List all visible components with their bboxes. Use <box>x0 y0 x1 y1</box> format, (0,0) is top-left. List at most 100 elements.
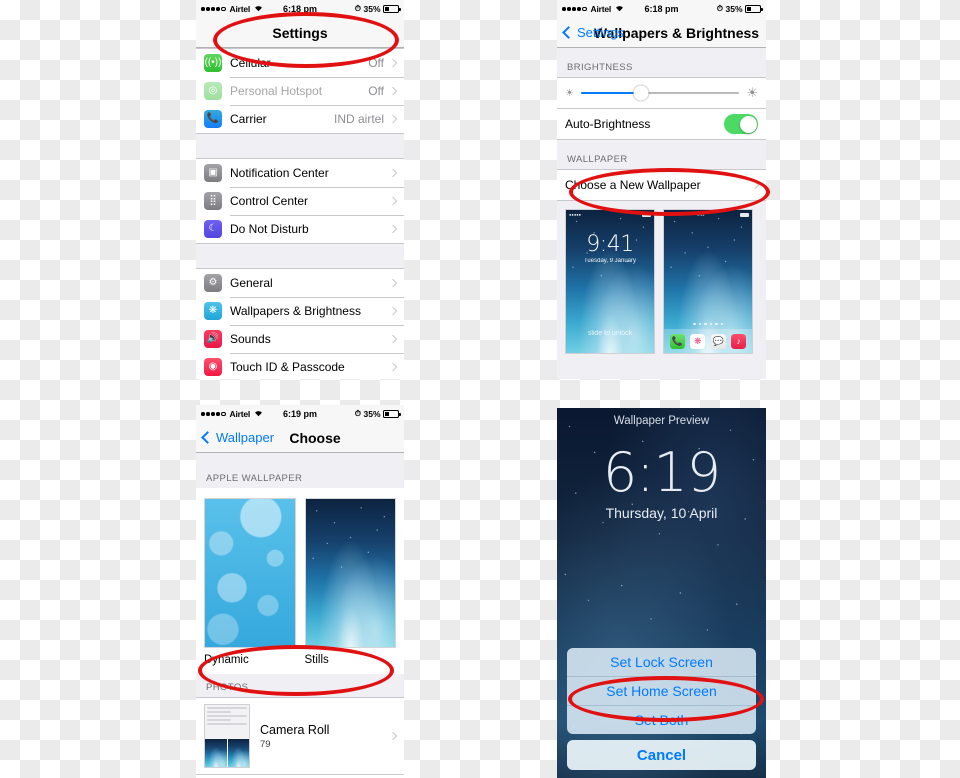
lock-screen-thumb[interactable]: ●●●●● 9:41 Tuesday, 9 January slide to u… <box>565 209 655 354</box>
choose-wallpaper-label: Choose a New Wallpaper <box>565 178 701 192</box>
album-count: 79 <box>260 738 271 750</box>
settings-row-carrier[interactable]: 📞 Carrier IND airtel <box>196 105 404 133</box>
settings-panel: Airtel 6:18 pm ⏱ 35% Settings ((•)) Cell… <box>196 0 404 379</box>
row-label: Touch ID & Passcode <box>230 360 345 374</box>
carrier-icon: 📞 <box>204 110 222 128</box>
stars-decoration <box>305 499 395 647</box>
settings-row-cellular[interactable]: ((•)) Cellular Off <box>196 49 404 77</box>
brightness-group: ☀ ☀ Auto-Brightness <box>557 77 766 140</box>
group-spacer <box>196 134 404 158</box>
apple-wallpaper-header: APPLE WALLPAPER <box>196 453 404 488</box>
back-label: Settings <box>577 25 624 40</box>
status-bar: Airtel 6:19 pm ⏱ 35% <box>196 405 404 423</box>
row-label: Wallpapers & Brightness <box>230 304 361 318</box>
phone-app-icon: 📞 <box>669 333 685 349</box>
preview-label: Wallpaper Preview <box>613 415 710 427</box>
page-dots-icon <box>664 322 752 325</box>
stills-caption[interactable]: Stills <box>305 654 397 666</box>
chevron-right-icon <box>388 168 398 178</box>
choose-new-wallpaper-row[interactable]: Choose a New Wallpaper <box>557 170 766 200</box>
touch-id-icon: ◉ <box>204 358 222 376</box>
alarm-icon: ⏱ <box>354 4 361 13</box>
battery-icon <box>745 5 763 13</box>
auto-brightness-row[interactable]: Auto-Brightness <box>557 108 766 139</box>
status-bar: Airtel 6:18 pm ⏱ 35% <box>557 0 766 18</box>
action-sheet: Set Lock Screen Set Home Screen Set Both <box>567 648 756 734</box>
wallpaper-tiles <box>196 488 404 648</box>
preview-time: 6:19 <box>602 441 721 504</box>
stills-wallpaper-tile[interactable] <box>304 498 396 648</box>
cancel-button[interactable]: Cancel <box>567 740 756 770</box>
preview-date: Thursday, 10 April <box>605 505 718 521</box>
auto-brightness-toggle[interactable] <box>724 114 758 134</box>
settings-row-wallpapers-brightness[interactable]: ❋ Wallpapers & Brightness <box>196 297 404 325</box>
settings-group-2: ▣ Notification Center ⣿ Control Center ☾… <box>196 158 404 244</box>
wallpapers-brightness-panel: Airtel 6:18 pm ⏱ 35% Settings Wallpapers… <box>557 0 766 379</box>
settings-row-notification-center[interactable]: ▣ Notification Center <box>196 159 404 187</box>
row-label: Notification Center <box>230 166 329 180</box>
group-spacer <box>196 244 404 268</box>
chevron-right-icon <box>388 114 398 124</box>
photos-section-header: PHOTOS <box>196 674 404 697</box>
photos-app-icon: ❋ <box>690 333 706 349</box>
set-home-screen-button[interactable]: Set Home Screen <box>567 676 756 705</box>
do-not-disturb-icon: ☾ <box>204 220 222 238</box>
chevron-right-icon <box>388 731 398 741</box>
set-both-button[interactable]: Set Both <box>567 705 756 734</box>
nav-bar: Settings Wallpapers & Brightness <box>557 18 766 48</box>
wallpaper-section-header: WALLPAPER <box>557 140 766 169</box>
thumb-status-bar: ●●●●● <box>569 212 651 217</box>
slide-to-unlock-text: slide to unlock <box>587 330 633 337</box>
settings-row-sounds[interactable]: 🔊 Sounds <box>196 325 404 353</box>
dynamic-caption[interactable]: Dynamic <box>204 654 296 666</box>
alarm-icon: ⏱ <box>354 409 361 418</box>
chevron-right-icon <box>388 196 398 206</box>
chevron-right-icon <box>750 180 760 190</box>
set-lock-screen-button[interactable]: Set Lock Screen <box>567 648 756 676</box>
music-app-icon: ♪ <box>731 333 747 349</box>
album-text: Camera Roll 79 <box>260 723 329 750</box>
chevron-right-icon <box>388 306 398 316</box>
row-value: IND airtel <box>333 112 384 126</box>
battery-percent: 35% <box>363 409 381 419</box>
chevron-left-icon <box>562 26 575 39</box>
row-value: Off <box>368 56 384 70</box>
messages-app-icon: 💬 <box>710 333 726 349</box>
row-label: Personal Hotspot <box>230 84 323 98</box>
back-button[interactable]: Settings <box>562 25 624 40</box>
sun-large-icon: ☀ <box>746 85 758 100</box>
settings-group-3: ⚙ General ❋ Wallpapers & Brightness 🔊 So… <box>196 268 404 379</box>
settings-group-1: ((•)) Cellular Off ◎ Personal Hotspot Of… <box>196 48 404 134</box>
battery-percent: 35% <box>363 4 381 14</box>
settings-row-personal-hotspot[interactable]: ◎ Personal Hotspot Off <box>196 77 404 105</box>
row-value: Off <box>368 84 384 98</box>
row-label: Cellular <box>230 56 271 70</box>
cellular-icon: ((•)) <box>204 54 222 72</box>
battery-icon <box>383 410 401 418</box>
battery-percent: 35% <box>725 4 743 14</box>
settings-row-general[interactable]: ⚙ General <box>196 269 404 297</box>
back-button[interactable]: Wallpaper <box>201 430 275 445</box>
row-label: Carrier <box>230 112 267 126</box>
status-right: ⏱ 35% <box>354 4 401 14</box>
settings-row-control-center[interactable]: ⣿ Control Center <box>196 187 404 215</box>
back-label: Wallpaper <box>216 430 275 445</box>
sounds-icon: 🔊 <box>204 330 222 348</box>
album-row-partial[interactable] <box>196 774 404 778</box>
battery-icon <box>383 5 401 13</box>
row-label: Control Center <box>230 194 309 208</box>
album-row-camera-roll[interactable]: Camera Roll 79 <box>196 697 404 774</box>
brightness-track[interactable] <box>580 85 740 101</box>
settings-row-touch-id-passcode[interactable]: ◉ Touch ID & Passcode <box>196 353 404 379</box>
dynamic-wallpaper-tile[interactable] <box>204 498 296 648</box>
status-right: ⏱ 35% <box>717 4 763 14</box>
brightness-slider-row[interactable]: ☀ ☀ <box>557 78 766 108</box>
home-screen-thumb[interactable]: ●●●●● 9:41 📞 ❋ 💬 ♪ <box>663 209 753 354</box>
notification-center-icon: ▣ <box>204 164 222 182</box>
wallpaper-tile-captions: Dynamic Stills <box>196 648 404 674</box>
chevron-right-icon <box>388 224 398 234</box>
settings-row-do-not-disturb[interactable]: ☾ Do Not Disturb <box>196 215 404 243</box>
sun-small-icon: ☀ <box>565 87 574 99</box>
wallpaper-group: Choose a New Wallpaper <box>557 169 766 201</box>
preview-surface[interactable]: Wallpaper Preview 6:19 Thursday, 10 Apri… <box>557 408 766 778</box>
